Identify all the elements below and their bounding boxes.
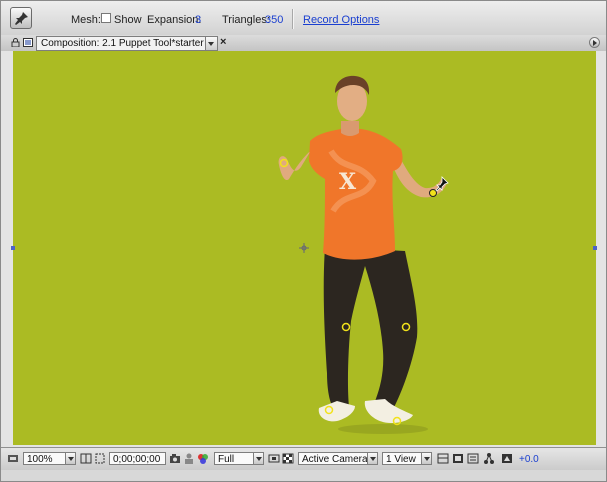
region-of-interest-icon[interactable]	[268, 452, 280, 465]
reset-exposure-icon[interactable]	[501, 452, 513, 465]
viewer-edge-marker-left	[11, 246, 15, 250]
magnification-dropdown[interactable]	[65, 452, 76, 465]
mesh-show-label: Show	[114, 14, 142, 26]
mesh-label: Mesh:	[71, 14, 101, 26]
anchor-crosshair-icon	[299, 243, 309, 253]
triangles-value[interactable]: 350	[265, 14, 283, 26]
svg-text:X: X	[339, 169, 357, 195]
viewer-edge-marker-right	[593, 246, 597, 250]
fast-previews-icon[interactable]	[452, 452, 464, 465]
camera-dropdown[interactable]	[367, 452, 378, 465]
resolution-dropdown[interactable]	[253, 452, 264, 465]
composition-tab-bar: Composition: 2.1 Puppet Tool*starter ×	[1, 35, 606, 52]
panel-menu-icon[interactable]	[589, 37, 600, 48]
toolbar-divider	[292, 9, 294, 29]
puppet-pin-icon	[15, 12, 28, 25]
composition-tab[interactable]: Composition: 2.1 Puppet Tool*starter	[36, 36, 218, 51]
timeline-icon[interactable]	[467, 452, 479, 465]
magnification-select[interactable]: 100%	[23, 452, 66, 465]
safe-zones-icon[interactable]	[80, 452, 92, 465]
camera-select[interactable]: Active Camera	[298, 452, 368, 465]
resolution-select[interactable]: Full	[214, 452, 254, 465]
composition-tab-dropdown[interactable]	[205, 37, 217, 50]
composition-tab-title: Composition: 2.1 Puppet Tool*starter	[41, 38, 204, 49]
mesh-show-checkbox[interactable]	[101, 13, 111, 23]
viewer-canvas: X	[278, 75, 449, 434]
mask-visibility-icon[interactable]	[94, 452, 106, 465]
lock-icon[interactable]	[11, 38, 20, 47]
triangles-label: Triangles:	[222, 14, 270, 26]
always-preview-icon[interactable]	[7, 452, 19, 465]
dancer-figure: X	[278, 75, 447, 434]
window-bottom-strip	[1, 470, 606, 481]
puppet-pin-tool-button[interactable]	[10, 7, 32, 29]
composition-window: Mesh: Show Expansion: 3 Triangles: 350 R…	[0, 0, 607, 482]
channel-rgb-icon[interactable]	[197, 452, 209, 465]
puppet-pin-right-hand-active[interactable]	[429, 189, 437, 197]
exposure-value[interactable]: +0.0	[519, 454, 539, 465]
viewer-controls-bar: 100% 0;00;00;00 Full Active Camera 1 Vie…	[1, 447, 606, 470]
record-options-link[interactable]: Record Options	[303, 14, 379, 26]
expansion-label: Expansion:	[147, 14, 202, 26]
toggle-pixel-aspect-icon[interactable]	[437, 452, 449, 465]
flowchart-icon[interactable]	[483, 452, 495, 465]
show-snapshot-icon[interactable]	[183, 452, 195, 465]
current-time-field[interactable]: 0;00;00;00	[109, 452, 166, 465]
expansion-value[interactable]: 3	[195, 14, 201, 26]
composition-viewer[interactable]: X	[13, 51, 596, 445]
viewer-right-margin	[596, 51, 606, 445]
composition-viewer-icon	[23, 38, 33, 47]
view-layout-dropdown[interactable]	[421, 452, 432, 465]
puppet-tool-options-bar: Mesh: Show Expansion: 3 Triangles: 350 R…	[1, 1, 606, 36]
transparency-grid-icon[interactable]	[282, 452, 294, 465]
snapshot-camera-icon[interactable]	[169, 452, 181, 465]
close-tab-icon[interactable]: ×	[220, 36, 226, 49]
view-layout-select[interactable]: 1 View	[382, 452, 422, 465]
